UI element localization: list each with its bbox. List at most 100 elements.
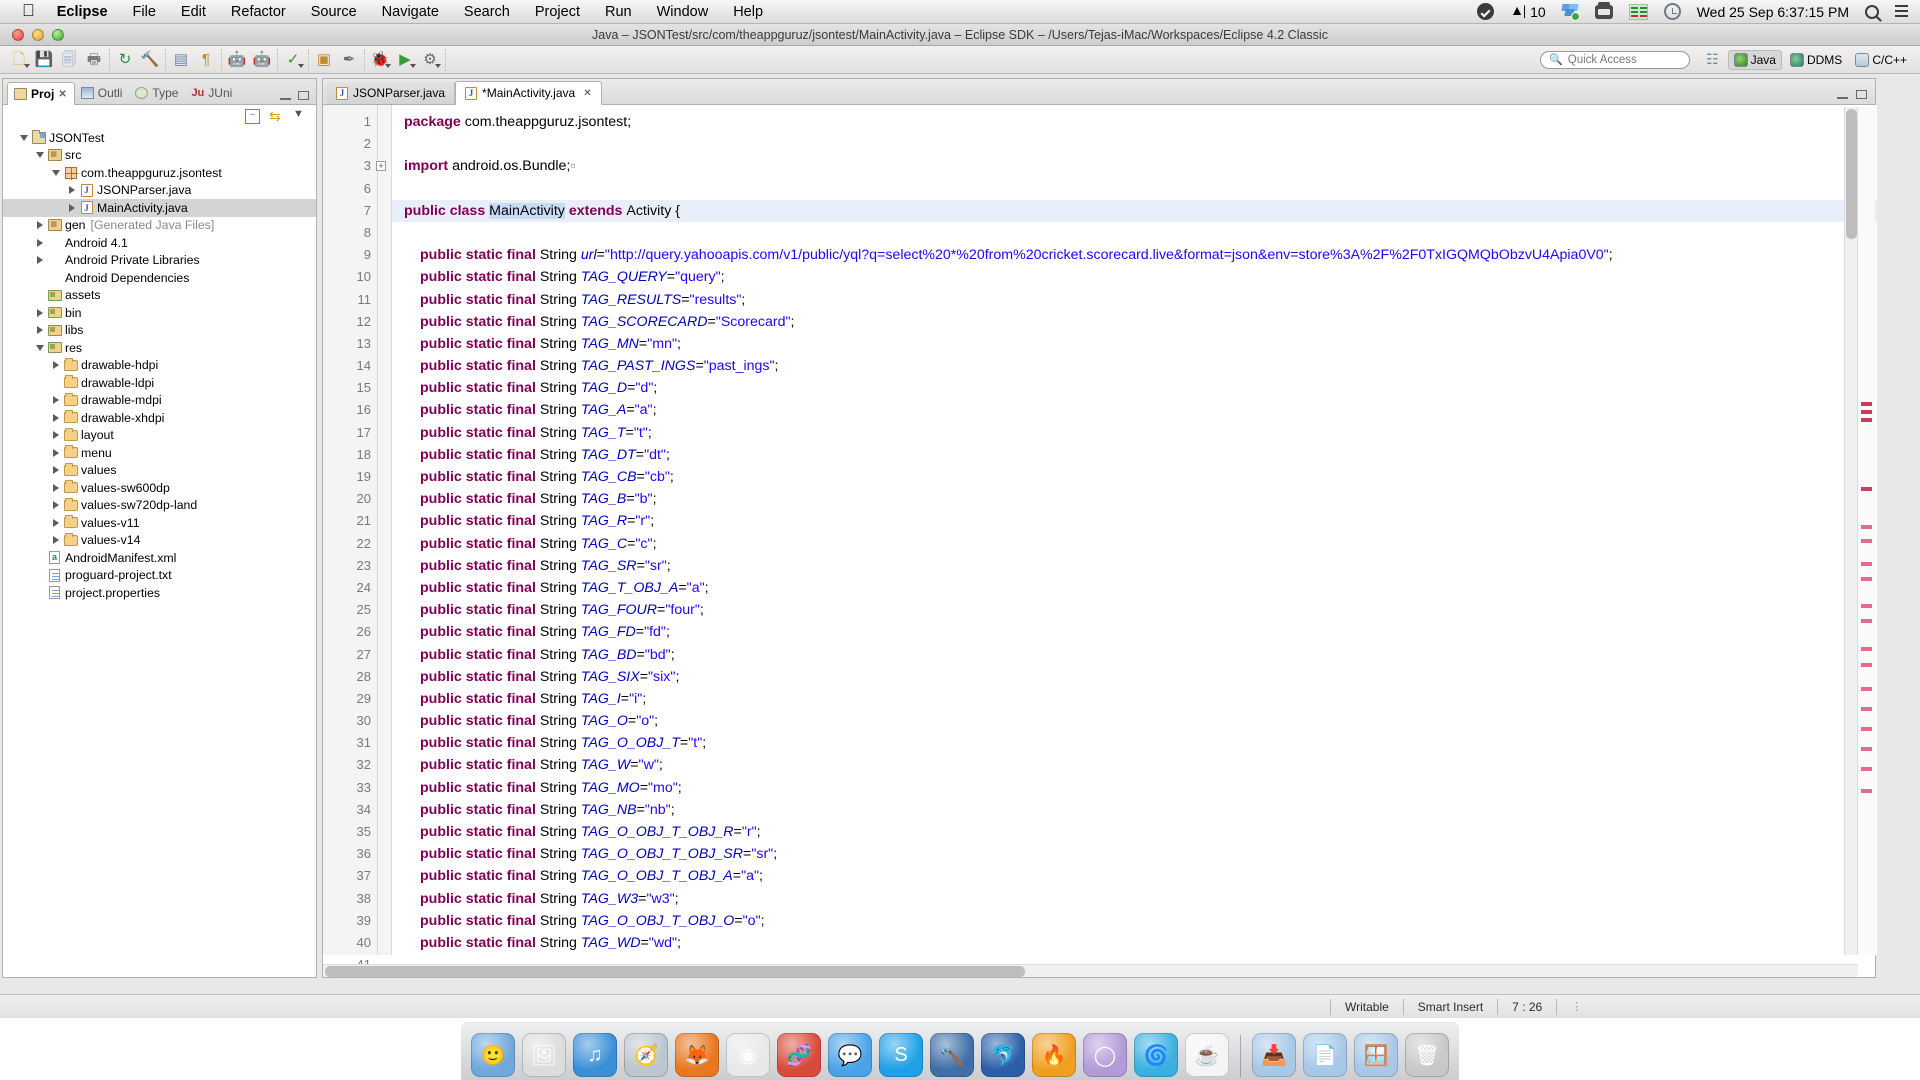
scrollbar-thumb-horizontal[interactable] <box>325 966 1025 977</box>
tree-item[interactable]: menu <box>3 444 316 462</box>
dock-item-itunes[interactable]: ♫ <box>573 1033 617 1077</box>
tree-item[interactable]: JSONTest <box>3 129 316 147</box>
overview-marker[interactable] <box>1861 418 1872 422</box>
code-line[interactable]: public static final String TAG_D="d"; <box>392 377 1877 399</box>
project-tree[interactable]: JSONTest src com.theappguruz.jsontest J JSON… <box>3 127 316 602</box>
code-line[interactable]: public static final String TAG_WT="wt"; <box>392 954 1877 955</box>
code-line[interactable]: public static final String TAG_T="t"; <box>392 422 1877 444</box>
tree-item[interactable]: values-sw600dp <box>3 479 316 497</box>
tree-item[interactable]: drawable-ldpi <box>3 374 316 392</box>
chevron-down-icon[interactable] <box>33 344 46 351</box>
quick-access-input[interactable]: 🔍 Quick Access <box>1540 50 1691 69</box>
tree-item[interactable]: libs <box>3 322 316 340</box>
overview-marker[interactable] <box>1861 525 1872 529</box>
code-line[interactable] <box>392 133 1877 155</box>
tree-item[interactable]: assets <box>3 287 316 305</box>
code-line[interactable]: public static final String TAG_A="a"; <box>392 399 1877 421</box>
tree-item[interactable]: drawable-hdpi <box>3 357 316 375</box>
code-line[interactable] <box>392 178 1877 200</box>
dock-item-finder[interactable]: 🙂 <box>471 1033 515 1077</box>
dock-item-safari[interactable]: 🧭 <box>624 1033 668 1077</box>
perspective-java[interactable]: Java <box>1727 49 1782 70</box>
menu-item-edit[interactable]: Edit <box>181 4 206 20</box>
run-as-button[interactable]: ✓ <box>281 49 305 71</box>
tree-item[interactable]: proguard-project.txt <box>3 567 316 585</box>
dock-item-sequel-pro[interactable]: 🐬 <box>981 1033 1025 1077</box>
code-line[interactable]: public static final String TAG_BD="bd"; <box>392 644 1877 666</box>
chevron-down-icon[interactable] <box>49 169 62 176</box>
minimize-editor-button[interactable] <box>1837 90 1848 99</box>
editor-tab-0[interactable]: J JSONParser.java <box>327 82 456 104</box>
new-java-project-button[interactable]: ▣ <box>312 49 336 71</box>
grid-icon[interactable] <box>1628 3 1648 20</box>
code-line[interactable]: public static final String TAG_O_OBJ_T="… <box>392 732 1877 754</box>
scrollbar-thumb[interactable] <box>1846 109 1857 239</box>
code-line[interactable] <box>392 222 1877 244</box>
editor-vertical-scrollbar[interactable] <box>1844 107 1857 955</box>
tree-item[interactable]: Android Dependencies <box>3 269 316 287</box>
dock-item-iphoto[interactable]: 🖼 <box>522 1033 566 1077</box>
editor-tab-1[interactable]: J *MainActivity.java ✕ <box>455 81 602 105</box>
menu-item-source[interactable]: Source <box>311 4 357 20</box>
code-line[interactable]: package com.theappguruz.jsontest; <box>392 111 1877 133</box>
perspective-c-c++[interactable]: C/C++ <box>1850 51 1912 69</box>
collapse-all-button[interactable]: − <box>245 108 260 124</box>
link-with-editor-button[interactable]: ⇆ <box>269 109 284 124</box>
code-line[interactable]: public static final String TAG_MO="mo"; <box>392 777 1877 799</box>
dock-item-eclipse[interactable]: ☕ <box>1185 1033 1229 1077</box>
overview-marker[interactable] <box>1861 663 1872 667</box>
open-type-button[interactable]: ▤ <box>169 49 193 71</box>
source-code[interactable]: package com.theappguruz.jsontest; import… <box>392 105 1877 955</box>
overview-marker[interactable] <box>1861 562 1872 566</box>
code-line[interactable]: public static final String TAG_SR="sr"; <box>392 555 1877 577</box>
run-button[interactable]: ▶ <box>393 49 417 71</box>
dropbox-icon[interactable] <box>1561 3 1580 21</box>
chevron-right-icon[interactable] <box>49 501 62 510</box>
chevron-right-icon[interactable] <box>49 448 62 457</box>
code-line[interactable]: public static final String TAG_MN="mn"; <box>392 333 1877 355</box>
code-line[interactable]: public static final String TAG_WD="wd"; <box>392 932 1877 954</box>
menu-item-file[interactable]: File <box>133 4 156 20</box>
notification-center-icon[interactable] <box>1895 5 1908 18</box>
chevron-right-icon[interactable] <box>49 518 62 527</box>
chevron-right-icon[interactable] <box>65 203 78 212</box>
overview-marker[interactable] <box>1861 539 1872 543</box>
chevron-right-icon[interactable] <box>49 361 62 370</box>
overview-marker[interactable] <box>1861 410 1872 414</box>
tree-item[interactable]: res <box>3 339 316 357</box>
tree-item[interactable]: Android 4.1 <box>3 234 316 252</box>
dock-item-preview-egg[interactable]: ◯ <box>1083 1033 1127 1077</box>
chevron-down-icon[interactable] <box>435 63 441 68</box>
overview-marker[interactable] <box>1861 487 1872 491</box>
close-icon[interactable]: ✕ <box>583 88 591 99</box>
chevron-right-icon[interactable] <box>49 431 62 440</box>
code-line[interactable]: import android.os.Bundle;▫ <box>392 155 1877 177</box>
overview-marker[interactable] <box>1861 707 1872 711</box>
view-tab-outli[interactable]: Outli <box>75 82 130 104</box>
code-line[interactable]: public static final String TAG_FD="fd"; <box>392 621 1877 643</box>
new-annotation-button[interactable]: ✒ <box>337 49 361 71</box>
save-all-button[interactable]: 🗐 <box>57 49 81 71</box>
tree-item[interactable]: gen [Generated Java Files] <box>3 217 316 235</box>
overview-marker[interactable] <box>1861 402 1872 406</box>
code-line[interactable]: public static final String TAG_CB="cb"; <box>392 466 1877 488</box>
tree-item[interactable]: AndroidManifest.xml <box>3 549 316 567</box>
dock-item-dna-app[interactable]: 🧬 <box>777 1033 821 1077</box>
dropbox-check-icon[interactable] <box>1477 3 1495 20</box>
external-tools-button[interactable]: ⚙ <box>418 49 442 71</box>
dock-item-windows-folder[interactable]: 🪟 <box>1354 1033 1398 1077</box>
tree-item[interactable]: layout <box>3 427 316 445</box>
toggle-markoccurrences-button[interactable]: ¶ <box>194 49 218 71</box>
printer-icon[interactable] <box>1594 1 1613 19</box>
code-line[interactable]: public static final String url="http://q… <box>392 244 1877 266</box>
dock-item-firefox[interactable]: 🦊 <box>675 1033 719 1077</box>
save-button[interactable]: 💾 <box>32 49 56 71</box>
code-line[interactable]: public static final String TAG_O_OBJ_T_O… <box>392 910 1877 932</box>
code-line[interactable]: public static final String TAG_RESULTS="… <box>392 289 1877 311</box>
view-tab-juni[interactable]: Ju JUni <box>185 82 239 104</box>
build-button[interactable]: 🔨 <box>138 49 162 71</box>
chevron-right-icon[interactable] <box>65 186 78 195</box>
maximize-view-button[interactable] <box>298 91 309 100</box>
chevron-right-icon[interactable] <box>49 483 62 492</box>
overview-marker[interactable] <box>1861 604 1872 608</box>
